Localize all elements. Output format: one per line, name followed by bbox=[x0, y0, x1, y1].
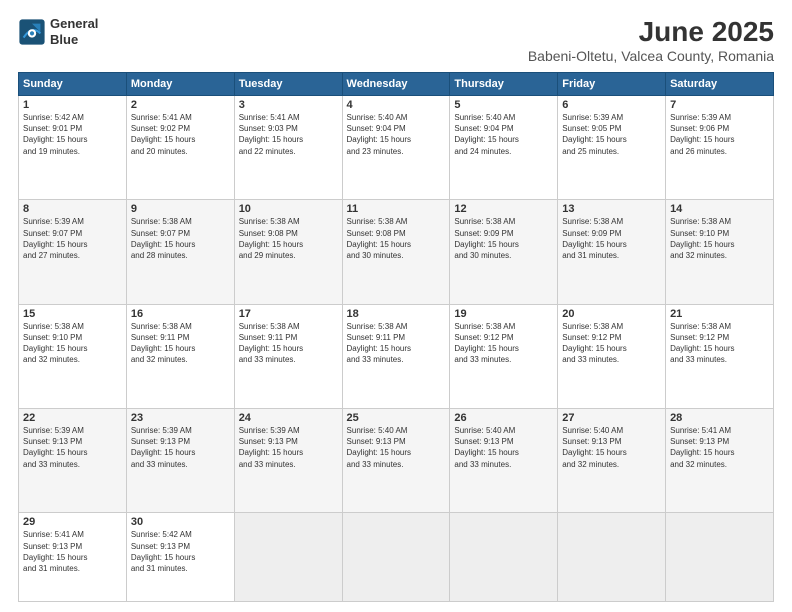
calendar-day-29: 29Sunrise: 5:41 AMSunset: 9:13 PMDayligh… bbox=[19, 513, 127, 602]
calendar-day-2: 2Sunrise: 5:41 AMSunset: 9:02 PMDaylight… bbox=[126, 96, 234, 200]
calendar-day-3: 3Sunrise: 5:41 AMSunset: 9:03 PMDaylight… bbox=[234, 96, 342, 200]
calendar-week-4: 22Sunrise: 5:39 AMSunset: 9:13 PMDayligh… bbox=[19, 408, 774, 512]
calendar-day-21: 21Sunrise: 5:38 AMSunset: 9:12 PMDayligh… bbox=[666, 304, 774, 408]
page: General Blue June 2025 Babeni-Oltetu, Va… bbox=[0, 0, 792, 612]
calendar-week-3: 15Sunrise: 5:38 AMSunset: 9:10 PMDayligh… bbox=[19, 304, 774, 408]
calendar-day-17: 17Sunrise: 5:38 AMSunset: 9:11 PMDayligh… bbox=[234, 304, 342, 408]
calendar-week-5: 29Sunrise: 5:41 AMSunset: 9:13 PMDayligh… bbox=[19, 513, 774, 602]
calendar-day-28: 28Sunrise: 5:41 AMSunset: 9:13 PMDayligh… bbox=[666, 408, 774, 512]
calendar-day-4: 4Sunrise: 5:40 AMSunset: 9:04 PMDaylight… bbox=[342, 96, 450, 200]
calendar-day-13: 13Sunrise: 5:38 AMSunset: 9:09 PMDayligh… bbox=[558, 200, 666, 304]
calendar-day-16: 16Sunrise: 5:38 AMSunset: 9:11 PMDayligh… bbox=[126, 304, 234, 408]
col-header-thursday: Thursday bbox=[450, 73, 558, 96]
title-block: June 2025 Babeni-Oltetu, Valcea County, … bbox=[528, 16, 774, 64]
calendar-empty bbox=[342, 513, 450, 602]
calendar-day-5: 5Sunrise: 5:40 AMSunset: 9:04 PMDaylight… bbox=[450, 96, 558, 200]
col-header-saturday: Saturday bbox=[666, 73, 774, 96]
calendar-day-6: 6Sunrise: 5:39 AMSunset: 9:05 PMDaylight… bbox=[558, 96, 666, 200]
col-header-monday: Monday bbox=[126, 73, 234, 96]
col-header-wednesday: Wednesday bbox=[342, 73, 450, 96]
subtitle: Babeni-Oltetu, Valcea County, Romania bbox=[528, 48, 774, 64]
calendar-week-2: 8Sunrise: 5:39 AMSunset: 9:07 PMDaylight… bbox=[19, 200, 774, 304]
calendar-day-18: 18Sunrise: 5:38 AMSunset: 9:11 PMDayligh… bbox=[342, 304, 450, 408]
calendar-day-26: 26Sunrise: 5:40 AMSunset: 9:13 PMDayligh… bbox=[450, 408, 558, 512]
header: General Blue June 2025 Babeni-Oltetu, Va… bbox=[18, 16, 774, 64]
logo-icon bbox=[18, 18, 46, 46]
calendar-empty bbox=[234, 513, 342, 602]
calendar-day-25: 25Sunrise: 5:40 AMSunset: 9:13 PMDayligh… bbox=[342, 408, 450, 512]
calendar-day-20: 20Sunrise: 5:38 AMSunset: 9:12 PMDayligh… bbox=[558, 304, 666, 408]
logo-text: General Blue bbox=[50, 16, 98, 47]
main-title: June 2025 bbox=[528, 16, 774, 48]
calendar-day-30: 30Sunrise: 5:42 AMSunset: 9:13 PMDayligh… bbox=[126, 513, 234, 602]
calendar-day-9: 9Sunrise: 5:38 AMSunset: 9:07 PMDaylight… bbox=[126, 200, 234, 304]
calendar-day-19: 19Sunrise: 5:38 AMSunset: 9:12 PMDayligh… bbox=[450, 304, 558, 408]
calendar-table: SundayMondayTuesdayWednesdayThursdayFrid… bbox=[18, 72, 774, 602]
calendar-day-8: 8Sunrise: 5:39 AMSunset: 9:07 PMDaylight… bbox=[19, 200, 127, 304]
calendar-empty bbox=[450, 513, 558, 602]
calendar-day-10: 10Sunrise: 5:38 AMSunset: 9:08 PMDayligh… bbox=[234, 200, 342, 304]
calendar-day-27: 27Sunrise: 5:40 AMSunset: 9:13 PMDayligh… bbox=[558, 408, 666, 512]
logo: General Blue bbox=[18, 16, 98, 47]
calendar-day-7: 7Sunrise: 5:39 AMSunset: 9:06 PMDaylight… bbox=[666, 96, 774, 200]
calendar-empty bbox=[666, 513, 774, 602]
calendar-day-14: 14Sunrise: 5:38 AMSunset: 9:10 PMDayligh… bbox=[666, 200, 774, 304]
calendar-day-22: 22Sunrise: 5:39 AMSunset: 9:13 PMDayligh… bbox=[19, 408, 127, 512]
calendar-day-15: 15Sunrise: 5:38 AMSunset: 9:10 PMDayligh… bbox=[19, 304, 127, 408]
calendar-empty bbox=[558, 513, 666, 602]
col-header-sunday: Sunday bbox=[19, 73, 127, 96]
calendar-week-1: 1Sunrise: 5:42 AMSunset: 9:01 PMDaylight… bbox=[19, 96, 774, 200]
calendar-day-23: 23Sunrise: 5:39 AMSunset: 9:13 PMDayligh… bbox=[126, 408, 234, 512]
calendar-day-11: 11Sunrise: 5:38 AMSunset: 9:08 PMDayligh… bbox=[342, 200, 450, 304]
calendar-day-1: 1Sunrise: 5:42 AMSunset: 9:01 PMDaylight… bbox=[19, 96, 127, 200]
col-header-friday: Friday bbox=[558, 73, 666, 96]
calendar-day-12: 12Sunrise: 5:38 AMSunset: 9:09 PMDayligh… bbox=[450, 200, 558, 304]
col-header-tuesday: Tuesday bbox=[234, 73, 342, 96]
calendar-day-24: 24Sunrise: 5:39 AMSunset: 9:13 PMDayligh… bbox=[234, 408, 342, 512]
calendar-header-row: SundayMondayTuesdayWednesdayThursdayFrid… bbox=[19, 73, 774, 96]
